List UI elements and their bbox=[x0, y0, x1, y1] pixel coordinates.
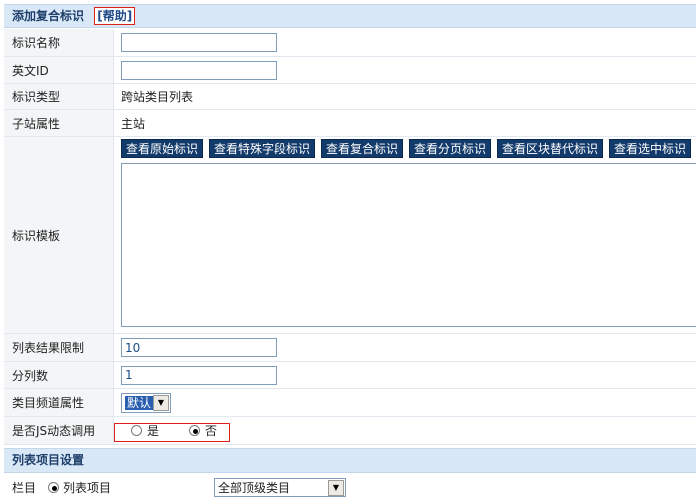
en-id-input[interactable] bbox=[121, 60, 277, 80]
column-select-value: 全部顶级类目 bbox=[218, 481, 291, 495]
column-label: 栏目 bbox=[12, 481, 37, 495]
columns-label: 分列数 bbox=[4, 362, 114, 388]
view-composite-tag-button[interactable]: 查看复合标识 bbox=[321, 139, 404, 158]
view-block-replace-tag-button[interactable]: 查看区块替代标识 bbox=[497, 139, 604, 158]
view-raw-tag-button[interactable]: 查看原始标识 bbox=[121, 139, 204, 158]
site-attr-label: 子站属性 bbox=[4, 110, 114, 136]
list-section-header: 列表项目设置 bbox=[4, 448, 696, 473]
chevron-down-icon: ▼ bbox=[153, 394, 169, 411]
row-limit: 列表结果限制 10 bbox=[4, 334, 696, 362]
form-header: 添加复合标识 [帮助] bbox=[4, 4, 696, 28]
type-value: 跨站类目列表 bbox=[121, 90, 194, 104]
limit-label: 列表结果限制 bbox=[4, 334, 114, 361]
name-input[interactable] bbox=[121, 33, 277, 52]
help-link[interactable]: [帮助] bbox=[94, 7, 136, 25]
row-channel-attr: 类目频道属性 默认 ▼ bbox=[4, 389, 696, 417]
row-template: 标识模板 查看原始标识 查看特殊字段标识 查看复合标识 查看分页标识 查看区块替… bbox=[4, 137, 696, 334]
columns-input[interactable]: 1 bbox=[121, 365, 277, 385]
form-title: 添加复合标识 bbox=[12, 9, 85, 23]
js-label: 是否JS动态调用 bbox=[4, 417, 114, 444]
row-type: 标识类型 跨站类目列表 bbox=[4, 84, 696, 110]
channel-attr-select[interactable]: 默认 ▼ bbox=[121, 392, 171, 413]
view-special-field-tag-button[interactable]: 查看特殊字段标识 bbox=[209, 139, 316, 158]
chevron-down-icon: ▼ bbox=[328, 479, 344, 496]
view-selected-tag-button[interactable]: 查看选中标识 bbox=[609, 139, 692, 158]
template-textarea[interactable] bbox=[121, 163, 696, 327]
list-item-radio-label: 列表项目 bbox=[63, 481, 112, 495]
site-attr-value: 主站 bbox=[121, 116, 146, 131]
template-button-bar: 查看原始标识 查看特殊字段标识 查看复合标识 查看分页标识 查看区块替代标识 查… bbox=[121, 139, 696, 159]
row-js: 是否JS动态调用 是 否 bbox=[4, 417, 696, 445]
view-paging-tag-button[interactable]: 查看分页标识 bbox=[409, 139, 492, 158]
row-column-select: 栏目 列表项目 全部顶级类目 ▼ bbox=[4, 473, 696, 502]
channel-attr-selected-value: 默认 bbox=[125, 396, 154, 410]
type-label: 标识类型 bbox=[4, 84, 114, 109]
template-label: 标识模板 bbox=[4, 137, 114, 333]
row-en-id: 英文ID bbox=[4, 57, 696, 84]
column-select[interactable]: 全部顶级类目 ▼ bbox=[214, 478, 346, 497]
list-section-title: 列表项目设置 bbox=[12, 453, 85, 467]
limit-input[interactable]: 10 bbox=[121, 338, 277, 357]
list-item-radio[interactable] bbox=[48, 482, 60, 493]
channel-attr-label: 类目频道属性 bbox=[4, 389, 114, 416]
name-label: 标识名称 bbox=[4, 29, 114, 56]
row-site-attr: 子站属性 主站 bbox=[4, 110, 696, 137]
row-columns: 分列数 1 bbox=[4, 362, 696, 389]
js-highlight-box bbox=[114, 423, 230, 442]
en-id-label: 英文ID bbox=[4, 57, 114, 83]
row-name: 标识名称 bbox=[4, 29, 696, 57]
